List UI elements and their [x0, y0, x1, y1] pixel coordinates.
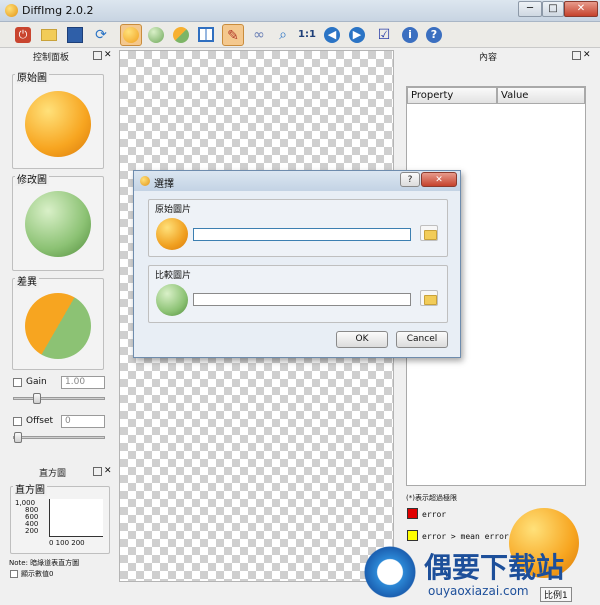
histogram-panel-title: 直方圖	[39, 469, 67, 479]
watermark-logo-icon	[360, 543, 420, 601]
close-info-icon[interactable]: ✕	[583, 50, 591, 60]
power-icon[interactable]: ⏻	[12, 24, 34, 46]
browse-compare-folder-icon[interactable]	[420, 290, 438, 306]
dialog-close-button[interactable]: ✕	[421, 172, 457, 187]
y-tick: 200	[25, 527, 39, 535]
error-label: error	[422, 510, 447, 519]
actual-size-icon[interactable]: 1:1	[296, 24, 318, 46]
diff-image-group: 差異	[12, 273, 104, 370]
modified-image-label: 修改圖	[15, 171, 49, 186]
original-image-label: 原始圖	[15, 69, 49, 84]
histogram-note: Note: 暗綠道表直方圖	[9, 559, 80, 567]
histogram-panel: 直方圖 ✕ 直方圖 1,000 800 600 400 200 0 100 20…	[7, 466, 115, 586]
diff-image-label: 差異	[15, 273, 39, 288]
original-image-box: 原始圖片	[148, 199, 448, 257]
control-panel: 控制面板 ✕ 原始圖 修改圖 差異 Gain 1.00 Offset 0	[7, 50, 115, 462]
offset-label: Offset	[26, 416, 54, 426]
error-color-swatch	[407, 508, 418, 519]
dialog-help-button[interactable]: ?	[400, 172, 420, 187]
window-title: DiffImg 2.0.2	[22, 4, 94, 17]
dialog-title-bar: 選擇 ? ✕	[134, 171, 460, 191]
watermark-name: 偶要下载站	[424, 551, 565, 584]
offset-spinbox[interactable]: 0	[61, 415, 105, 428]
legend-caption: (*)表示超過極限	[406, 494, 457, 502]
link-icon[interactable]: ∞	[248, 24, 270, 46]
maximize-button[interactable]: □	[542, 1, 564, 17]
gain-slider-thumb[interactable]	[33, 393, 41, 404]
app-icon	[5, 4, 18, 17]
browse-original-folder-icon[interactable]	[420, 225, 438, 241]
show-values-label: 顯示數值0	[21, 570, 54, 578]
compare-image-path-input[interactable]	[193, 293, 411, 306]
original-image-group: 原始圖	[12, 69, 104, 169]
refresh-icon[interactable]: ⟳	[90, 24, 112, 46]
help-icon[interactable]: ?	[423, 24, 445, 46]
offset-checkbox[interactable]	[13, 417, 22, 426]
gain-spinbox[interactable]: 1.00	[61, 376, 105, 389]
histogram-plot	[49, 499, 103, 537]
diff-image-icon[interactable]	[170, 24, 192, 46]
x-ticks: 0 100 200	[49, 539, 85, 547]
panel-title: 控制面板	[33, 53, 70, 63]
histogram-group: 直方圖 1,000 800 600 400 200 0 100 200	[10, 481, 110, 554]
modified-image-icon[interactable]	[145, 24, 167, 46]
info-icon[interactable]: i	[399, 24, 421, 46]
modified-thumbnail[interactable]	[25, 191, 91, 257]
gain-slider-track[interactable]	[13, 397, 105, 400]
gain-label: Gain	[26, 377, 47, 387]
mean-error-label: error > mean error	[422, 532, 509, 541]
select-dialog: 選擇 ? ✕ 原始圖片 比較圖片 OK Cancel	[133, 170, 461, 358]
float-panel-icon[interactable]	[93, 51, 102, 60]
close-histogram-icon[interactable]: ✕	[104, 466, 112, 476]
split-view-icon[interactable]	[195, 24, 217, 46]
cancel-button[interactable]: Cancel	[396, 331, 448, 348]
checklist-icon[interactable]: ☑	[373, 24, 395, 46]
previous-icon[interactable]: ◀	[321, 24, 343, 46]
diff-thumbnail[interactable]	[25, 293, 91, 359]
mean-error-color-swatch	[407, 530, 418, 541]
modified-image-group: 修改圖	[12, 171, 104, 271]
open-folder-icon[interactable]	[38, 24, 60, 46]
histogram-group-label: 直方圖	[13, 481, 47, 496]
original-smiley-icon	[156, 218, 188, 250]
next-icon[interactable]: ▶	[346, 24, 368, 46]
dialog-app-icon	[140, 176, 150, 186]
close-panel-icon[interactable]: ✕	[104, 50, 112, 60]
zoom-status: 比例1	[540, 587, 572, 602]
compare-image-box-label: 比較圖片	[155, 271, 192, 281]
original-thumbnail[interactable]	[25, 91, 91, 157]
save-icon[interactable]	[64, 24, 86, 46]
info-panel-title: 內容	[479, 53, 498, 63]
compare-alien-icon	[156, 284, 188, 316]
float-info-icon[interactable]	[572, 51, 581, 60]
show-values-checkbox[interactable]	[10, 570, 18, 578]
gain-checkbox[interactable]	[13, 378, 22, 387]
value-column-header[interactable]: Value	[497, 87, 585, 104]
original-image-path-input[interactable]	[193, 228, 411, 241]
title-bar: DiffImg 2.0.2 ─ □ ✕	[0, 0, 600, 22]
ok-button[interactable]: OK	[336, 331, 388, 348]
original-image-box-label: 原始圖片	[155, 205, 192, 215]
offset-slider-track[interactable]	[13, 436, 105, 439]
toolbar: ⏻ ⟳ ✎ ∞ ⌕ 1:1 ◀ ▶ ☑ i ?	[0, 22, 600, 48]
filter-icon[interactable]: ✎	[222, 24, 244, 46]
property-column-header[interactable]: Property	[407, 87, 497, 104]
zoom-icon[interactable]: ⌕	[272, 24, 294, 46]
minimize-button[interactable]: ─	[518, 1, 542, 17]
compare-image-box: 比較圖片	[148, 265, 448, 323]
original-image-icon[interactable]	[120, 24, 142, 46]
dialog-title: 選擇	[154, 179, 174, 190]
float-histogram-icon[interactable]	[93, 467, 102, 476]
watermark-url: ouyaoxiazai.com	[428, 584, 529, 598]
close-button[interactable]: ✕	[564, 1, 598, 17]
offset-slider-thumb[interactable]	[14, 432, 22, 443]
